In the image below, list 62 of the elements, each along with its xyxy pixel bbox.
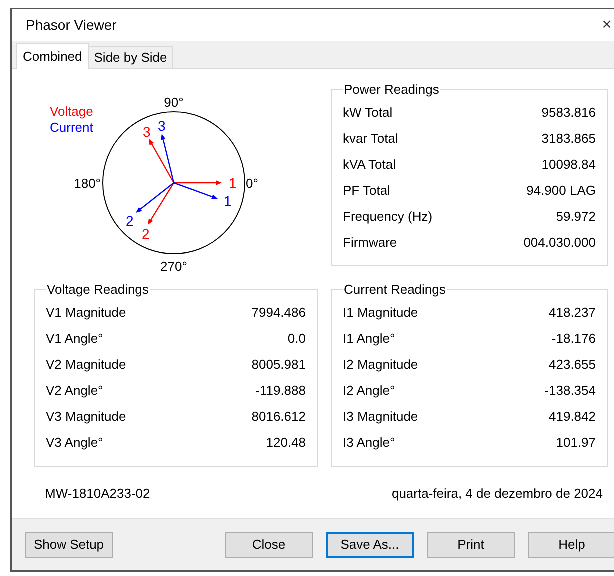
reading-label: kW Total — [343, 104, 393, 122]
reading-label: I1 Angle° — [343, 330, 396, 348]
angle-label: 180° — [74, 176, 101, 191]
reading-label: kVA Total — [343, 156, 396, 174]
reading-value: 101.97 — [556, 434, 596, 452]
dialog-button[interactable]: Help — [528, 532, 614, 558]
reading-value: 9583.816 — [542, 104, 596, 122]
reading-value: 423.655 — [549, 356, 596, 374]
reading-value: 7994.486 — [252, 304, 306, 322]
phasor-label: 1 — [229, 175, 237, 191]
phasor-label: 2 — [126, 213, 134, 229]
reading-label: V3 Magnitude — [46, 408, 126, 426]
legend-label: Current — [50, 120, 94, 135]
reading-label: I2 Angle° — [343, 382, 396, 400]
reading-value: 3183.865 — [542, 130, 596, 148]
reading-value: 8016.612 — [252, 408, 306, 426]
reading-label: V1 Magnitude — [46, 304, 126, 322]
close-button[interactable]: × — [602, 12, 612, 38]
tab[interactable]: Combined — [16, 43, 90, 69]
reading-label: kvar Total — [343, 130, 398, 148]
date-text: quarta-feira, 4 de dezembro de 2024 — [392, 485, 603, 503]
group-title: Current Readings — [343, 281, 447, 299]
reading-label: V2 Magnitude — [46, 356, 126, 374]
dialog-button[interactable]: Save As... — [326, 532, 414, 558]
reading-value: -138.354 — [544, 382, 596, 400]
reading-value: 418.237 — [549, 304, 596, 322]
reading-label: I1 Magnitude — [343, 304, 418, 322]
reading-value: 004.030.000 — [524, 234, 596, 252]
reading-label: V3 Angle° — [46, 434, 104, 452]
phasor-label: 1 — [224, 193, 232, 209]
reading-label: Frequency (Hz) — [343, 208, 433, 226]
reading-label: V1 Angle° — [46, 330, 104, 348]
reading-value: 10098.84 — [542, 156, 596, 174]
angle-label: 0° — [246, 176, 258, 191]
angle-label: 270° — [160, 259, 188, 274]
reading-label: I3 Magnitude — [343, 408, 418, 426]
serial-number: MW-1810A233-02 — [45, 485, 150, 503]
phasor-label: 3 — [143, 124, 151, 140]
dialog-button[interactable]: Print — [427, 532, 515, 558]
reading-value: 419.842 — [549, 408, 596, 426]
group-title: Voltage Readings — [46, 281, 150, 299]
reading-label: Firmware — [343, 234, 398, 252]
reading-label: I3 Angle° — [343, 434, 396, 452]
dialog-button[interactable]: Show Setup — [25, 532, 113, 558]
phasor-label: 3 — [158, 118, 166, 134]
tab[interactable]: Side by Side — [89, 46, 174, 68]
group-title: Power Readings — [343, 81, 440, 99]
reading-value: 59.972 — [556, 208, 596, 226]
angle-label: 90° — [164, 95, 184, 110]
reading-value: -119.888 — [256, 382, 306, 400]
window-title: Phasor Viewer — [26, 16, 117, 34]
reading-value: 8005.981 — [252, 356, 306, 374]
reading-value: 0.0 — [288, 330, 306, 348]
phasor-label: 2 — [142, 226, 150, 242]
reading-value: 94.900 LAG — [526, 182, 596, 200]
reading-label: I2 Magnitude — [343, 356, 418, 374]
reading-value: 120.48 — [266, 434, 306, 452]
reading-value: -18.176 — [552, 330, 596, 348]
legend-label: Voltage — [50, 104, 94, 119]
dialog-button[interactable]: Close — [225, 532, 313, 558]
reading-label: PF Total — [343, 182, 390, 200]
reading-label: V2 Angle° — [46, 382, 104, 400]
